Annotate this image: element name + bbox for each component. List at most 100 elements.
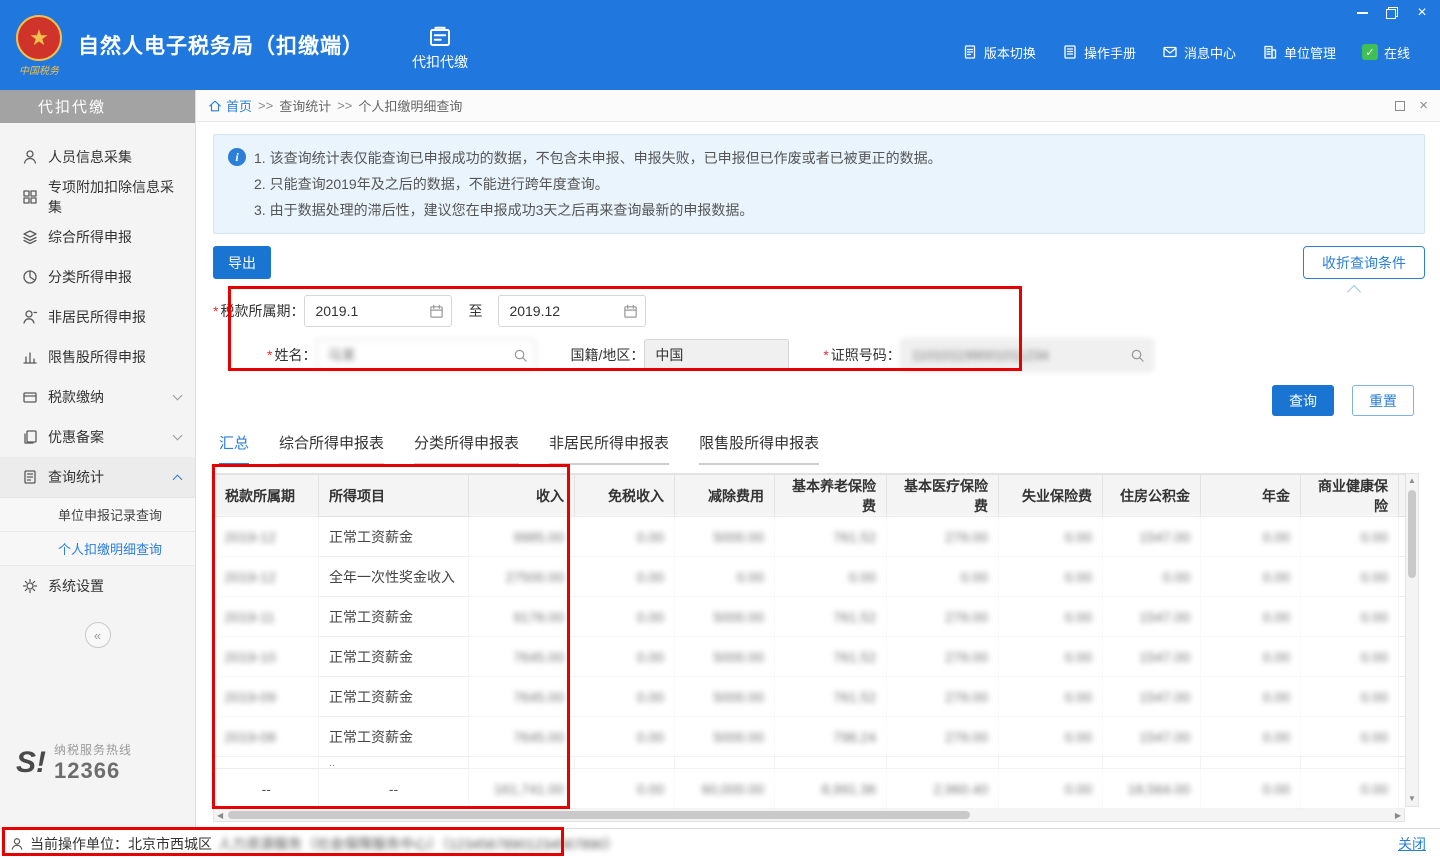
breadcrumb-level1[interactable]: 查询统计 xyxy=(279,96,331,115)
table-cell: 279.00 xyxy=(887,637,999,677)
name-input[interactable] xyxy=(316,339,536,371)
table-cell: 0.00 xyxy=(1301,717,1399,757)
sidebar-subitem-personal-withholding-query[interactable]: 个人扣缴明细查询 xyxy=(0,532,195,566)
table-cell: 7645.00 xyxy=(469,677,575,717)
sidebar-item-tax-payment[interactable]: 税款缴纳 xyxy=(0,377,195,417)
tab-withholding-module[interactable]: 代扣代缴 xyxy=(412,24,468,72)
breadcrumb: 首页 >> 查询统计 >> 个人扣缴明细查询 × xyxy=(196,90,1440,122)
reset-button[interactable]: 重置 xyxy=(1352,385,1414,416)
message-center-button[interactable]: 消息中心 xyxy=(1162,43,1236,62)
withholding-module-icon xyxy=(428,24,452,48)
sidebar-item-label: 查询统计 xyxy=(48,467,104,487)
panel-maximize-icon[interactable] xyxy=(1395,101,1405,111)
tab-restricted-stock[interactable]: 限售股所得申报表 xyxy=(699,432,819,465)
period-from-input[interactable] xyxy=(304,295,452,327)
period-to-input[interactable] xyxy=(498,295,646,327)
column-header: 所得项目 xyxy=(319,475,469,517)
online-status[interactable]: ✓ 在线 xyxy=(1362,43,1410,62)
column-header: 税款所属期 xyxy=(215,475,319,517)
tax-hotline: S! 纳税服务热线 12366 xyxy=(16,741,132,784)
column-header: 基本养老保险费 xyxy=(775,475,887,517)
sidebar-item-label: 专项附加扣除信息采集 xyxy=(48,177,181,217)
table-row: 2019-12正常工资薪金9985.000.005000.00761.52279… xyxy=(215,517,1406,557)
result-tabs: 汇总 综合所得申报表 分类所得申报表 非居民所得申报表 限售股所得申报表 xyxy=(219,432,1425,465)
breadcrumb-home-label: 首页 xyxy=(226,96,252,115)
table-cell xyxy=(1103,757,1201,769)
person-alt-icon xyxy=(22,309,38,325)
vertical-scrollbar[interactable]: ▲ ▼ xyxy=(1405,473,1419,807)
table-cell: 0.00 xyxy=(999,557,1103,597)
table-cell: 18,564.00 xyxy=(1103,769,1201,809)
result-table: 税款所属期 所得项目 收入 免税收入 减除费用 基本养老保险费 基本医疗保险费 … xyxy=(214,474,1405,809)
column-header: 商业健康保险 xyxy=(1301,475,1399,517)
sidebar-item-classified-income[interactable]: 分类所得申报 xyxy=(0,257,195,297)
sidebar-subitem-unit-declaration-query[interactable]: 单位申报记录查询 xyxy=(0,498,195,532)
layers-icon xyxy=(22,229,38,245)
horizontal-scroll-thumb[interactable] xyxy=(228,811,970,819)
table-cell: 2019-08 xyxy=(215,717,319,757)
sidebar-item-preferential-filing[interactable]: 优惠备案 xyxy=(0,417,195,457)
sidebar-item-restricted-stock[interactable]: 限售股所得申报 xyxy=(0,337,195,377)
sidebar-item-system-settings[interactable]: 系统设置 xyxy=(0,566,195,606)
close-link[interactable]: 关闭 xyxy=(1398,834,1426,854)
table-cell: 279.00 xyxy=(887,717,999,757)
scroll-up-icon[interactable]: ▲ xyxy=(1406,474,1418,488)
table-cell: 0.00 xyxy=(575,637,675,677)
sidebar-item-query-statistics[interactable]: 查询统计 xyxy=(0,457,195,497)
panel-close-icon[interactable]: × xyxy=(1419,97,1428,114)
tab-nonresident-income[interactable]: 非居民所得申报表 xyxy=(549,432,669,465)
manual-button[interactable]: 操作手册 xyxy=(1062,43,1136,62)
nationality-input[interactable] xyxy=(644,339,789,371)
table-cell: 正常工资薪金 xyxy=(319,597,469,637)
table-cell xyxy=(215,757,319,769)
version-switch-button[interactable]: 版本切换 xyxy=(962,43,1036,62)
table-cell xyxy=(469,757,575,769)
tab-comprehensive-income[interactable]: 综合所得申报表 xyxy=(279,432,384,465)
query-button[interactable]: 查询 xyxy=(1272,385,1334,416)
emblem-icon: ★ xyxy=(16,15,62,61)
sidebar-item-personnel-info[interactable]: 人员信息采集 xyxy=(0,137,195,177)
notice-box: i 1. 该查询统计表仅能查询已申报成功的数据，不包含未申报、申报失败，已申报但… xyxy=(213,134,1425,234)
form-row-identity: *姓名： 国籍/地区： *证照号码： xyxy=(213,339,1425,371)
tax-bureau-logo: ★ 中国税务 xyxy=(10,15,68,77)
table-cell: 0.00 xyxy=(675,557,775,597)
table-cell: 正常工资薪金 xyxy=(319,637,469,677)
table-cell: 5000.00 xyxy=(675,597,775,637)
online-label: 在线 xyxy=(1384,43,1410,62)
table-cell: 2019-11 xyxy=(215,597,319,637)
export-button[interactable]: 导出 xyxy=(213,246,271,279)
org-management-button[interactable]: 单位管理 xyxy=(1262,43,1336,62)
table-cell: 60,000.00 xyxy=(675,769,775,809)
sidebar-item-special-deduction[interactable]: 专项附加扣除信息采集 xyxy=(0,177,195,217)
sidebar-item-label: 综合所得申报 xyxy=(48,227,132,247)
report-icon xyxy=(22,469,38,485)
table-cell: 正常工资薪金 xyxy=(319,677,469,717)
close-icon[interactable]: × xyxy=(1414,6,1430,20)
column-header: 收入 xyxy=(469,475,575,517)
table-cell xyxy=(575,757,675,769)
sidebar-item-comprehensive-income[interactable]: 综合所得申报 xyxy=(0,217,195,257)
breadcrumb-home-link[interactable]: 首页 xyxy=(208,96,252,115)
collapse-query-conditions-button[interactable]: 收折查询条件 xyxy=(1303,246,1425,279)
scroll-left-icon[interactable]: ◀ xyxy=(217,809,223,821)
scroll-right-icon[interactable]: ▶ xyxy=(1395,809,1401,821)
table-cell: 8,991.36 xyxy=(775,769,887,809)
vertical-scroll-thumb[interactable] xyxy=(1408,490,1416,578)
user-icon xyxy=(10,837,24,851)
message-icon xyxy=(1162,44,1178,60)
id-number-input[interactable] xyxy=(901,339,1153,371)
tab-summary[interactable]: 汇总 xyxy=(219,432,249,465)
sidebar-collapse-button[interactable]: « xyxy=(85,622,111,648)
table-cell: 0.00 xyxy=(999,637,1103,677)
bar-chart-icon xyxy=(22,349,38,365)
breadcrumb-level2: 个人扣缴明细查询 xyxy=(358,96,462,115)
horizontal-scrollbar[interactable]: ◀ ▶ xyxy=(213,809,1405,822)
minimize-icon[interactable] xyxy=(1354,6,1370,20)
scroll-down-icon[interactable]: ▼ xyxy=(1406,792,1418,806)
sidebar-item-nonresident-income[interactable]: 非居民所得申报 xyxy=(0,297,195,337)
restore-icon[interactable] xyxy=(1386,7,1398,19)
table-cell: 0.00 xyxy=(575,769,675,809)
hotline-phone-icon: S! xyxy=(16,748,46,778)
tab-classified-income[interactable]: 分类所得申报表 xyxy=(414,432,519,465)
column-header: 失业保险费 xyxy=(999,475,1103,517)
